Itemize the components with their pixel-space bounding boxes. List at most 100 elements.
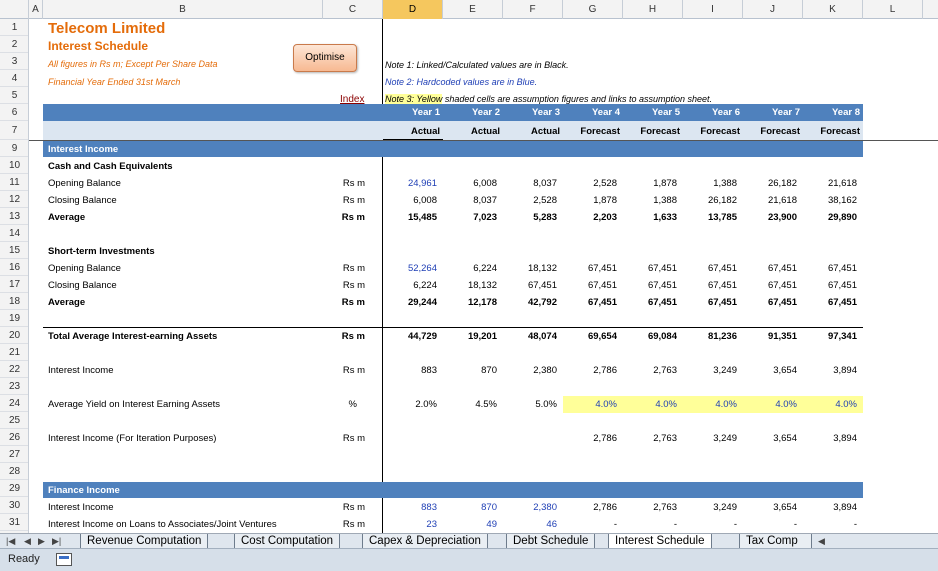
value-cell[interactable]: 42,792 (503, 294, 557, 311)
value-cell[interactable]: 8,037 (443, 192, 497, 209)
row-header[interactable]: 22 (0, 361, 28, 378)
value-cell[interactable]: 67,451 (683, 260, 737, 277)
col-header-h[interactable]: H (623, 0, 683, 19)
value-cell[interactable]: 3,249 (683, 499, 737, 516)
value-cell[interactable]: 883 (383, 499, 437, 516)
value-cell[interactable]: 67,451 (623, 277, 677, 294)
value-cell[interactable]: 67,451 (563, 277, 617, 294)
prev-sheet-icon[interactable]: ◀ (24, 534, 31, 549)
value-cell[interactable]: 6,224 (383, 277, 437, 294)
select-all-corner[interactable] (0, 0, 29, 19)
worksheet-grid[interactable]: Telecom Limited Interest Schedule All fi… (29, 19, 938, 533)
row-header[interactable]: 16 (0, 259, 28, 276)
value-cell[interactable]: 69,654 (563, 328, 617, 345)
value-cell[interactable]: 2,528 (563, 175, 617, 192)
row-header[interactable]: 10 (0, 157, 28, 174)
value-cell[interactable]: 97,341 (803, 328, 857, 345)
value-cell[interactable]: 67,451 (623, 260, 677, 277)
value-cell[interactable]: 2,380 (503, 499, 557, 516)
value-cell[interactable]: 23 (383, 516, 437, 533)
value-cell[interactable]: 3,894 (803, 362, 857, 379)
value-cell[interactable]: 48,074 (503, 328, 557, 345)
value-cell[interactable]: 23,900 (743, 209, 797, 226)
value-cell[interactable]: 3,894 (803, 499, 857, 516)
optimise-button[interactable]: Optimise (293, 44, 357, 72)
col-header-j[interactable]: J (743, 0, 803, 19)
col-header-c[interactable]: C (323, 0, 383, 19)
value-cell[interactable]: 67,451 (683, 277, 737, 294)
value-cell[interactable]: 44,729 (383, 328, 437, 345)
value-cell[interactable]: 29,890 (803, 209, 857, 226)
row-header[interactable]: 27 (0, 446, 28, 463)
value-cell[interactable]: 4.0% (683, 396, 737, 413)
row-header[interactable]: 6 (0, 104, 28, 121)
tab-debt-schedule[interactable]: Debt Schedule (506, 534, 596, 549)
macro-record-icon[interactable] (56, 553, 72, 566)
value-cell[interactable]: 67,451 (503, 277, 557, 294)
col-header-i[interactable]: I (683, 0, 743, 19)
col-header-a[interactable]: A (29, 0, 43, 19)
tab-capex-depreciation[interactable]: Capex & Depreciation (362, 534, 488, 549)
value-cell[interactable]: 2.0% (383, 396, 437, 413)
tab-revenue-computation[interactable]: Revenue Computation (80, 534, 209, 549)
value-cell[interactable]: 19,201 (443, 328, 497, 345)
row-header[interactable]: 28 (0, 463, 28, 480)
value-cell[interactable]: 2,763 (623, 499, 677, 516)
row-header[interactable]: 24 (0, 395, 28, 412)
value-cell[interactable]: - (623, 516, 677, 533)
value-cell[interactable]: 67,451 (743, 260, 797, 277)
value-cell[interactable]: 6,008 (443, 175, 497, 192)
value-cell[interactable]: 46 (503, 516, 557, 533)
value-cell[interactable]: 2,763 (623, 430, 677, 447)
first-sheet-icon[interactable]: |◀ (6, 534, 15, 549)
value-cell[interactable]: 67,451 (743, 277, 797, 294)
value-cell[interactable]: 21,618 (803, 175, 857, 192)
value-cell[interactable]: 2,203 (563, 209, 617, 226)
value-cell[interactable]: 4.5% (443, 396, 497, 413)
row-header[interactable]: 30 (0, 497, 28, 514)
row-header[interactable]: 29 (0, 480, 28, 497)
value-cell[interactable]: 49 (443, 516, 497, 533)
col-header-g[interactable]: G (563, 0, 623, 19)
value-cell[interactable]: 870 (443, 499, 497, 516)
value-cell[interactable]: 26,182 (683, 192, 737, 209)
col-header-l[interactable]: L (863, 0, 923, 19)
col-header-k[interactable]: K (803, 0, 863, 19)
row-header[interactable]: 21 (0, 344, 28, 361)
value-cell[interactable]: 1,388 (623, 192, 677, 209)
tab-interest-schedule[interactable]: Interest Schedule (608, 534, 712, 549)
value-cell[interactable]: 38,162 (803, 192, 857, 209)
value-cell[interactable]: 67,451 (803, 260, 857, 277)
value-cell[interactable]: 67,451 (803, 277, 857, 294)
value-cell[interactable]: 67,451 (623, 294, 677, 311)
value-cell[interactable]: 1,878 (623, 175, 677, 192)
col-header-f[interactable]: F (503, 0, 563, 19)
value-cell[interactable]: 3,249 (683, 362, 737, 379)
value-cell[interactable]: 67,451 (743, 294, 797, 311)
row-header[interactable]: 23 (0, 378, 28, 395)
value-cell[interactable]: 8,037 (503, 175, 557, 192)
value-cell[interactable]: 67,451 (563, 260, 617, 277)
row-header[interactable]: 17 (0, 276, 28, 293)
value-cell[interactable]: 4.0% (743, 396, 797, 413)
value-cell[interactable]: 5,283 (503, 209, 557, 226)
value-cell[interactable]: 2,786 (563, 499, 617, 516)
value-cell[interactable]: - (803, 516, 857, 533)
value-cell[interactable]: 3,894 (803, 430, 857, 447)
value-cell[interactable]: 2,528 (503, 192, 557, 209)
value-cell[interactable]: 3,654 (743, 430, 797, 447)
value-cell[interactable]: 21,618 (743, 192, 797, 209)
value-cell[interactable]: 67,451 (683, 294, 737, 311)
value-cell[interactable]: 67,451 (803, 294, 857, 311)
value-cell[interactable]: 3,654 (743, 499, 797, 516)
row-header[interactable]: 14 (0, 225, 28, 242)
col-header-e[interactable]: E (443, 0, 503, 19)
value-cell[interactable]: 2,786 (563, 362, 617, 379)
value-cell[interactable]: 7,023 (443, 209, 497, 226)
value-cell[interactable]: 4.0% (803, 396, 857, 413)
value-cell[interactable]: - (683, 516, 737, 533)
row-header[interactable]: 18 (0, 293, 28, 310)
value-cell[interactable]: 883 (383, 362, 437, 379)
next-sheet-icon[interactable]: ▶ (38, 534, 45, 549)
row-header[interactable]: 7 (0, 121, 28, 140)
